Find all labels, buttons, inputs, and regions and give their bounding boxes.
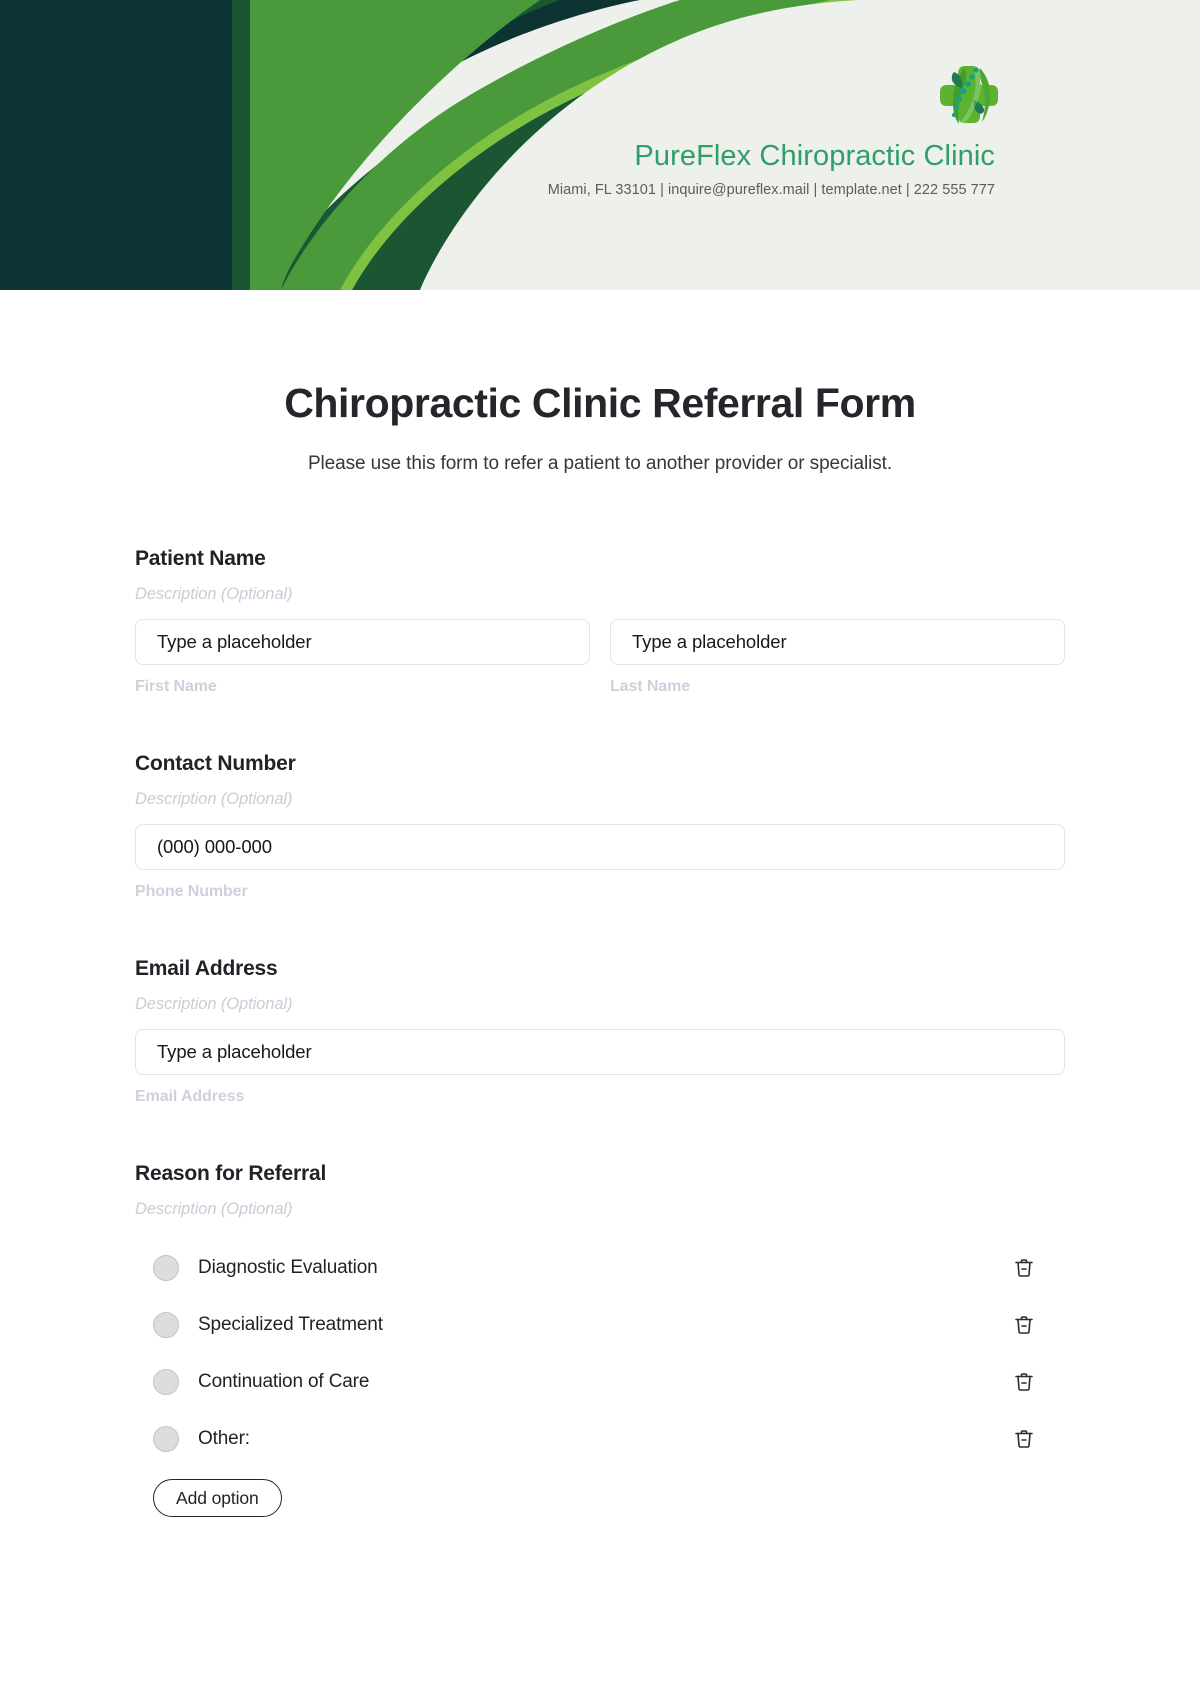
field-label-reason-for-referral: Reason for Referral	[135, 1162, 327, 1185]
sub-label-email-address: Email Address	[135, 1088, 245, 1105]
last-name-input[interactable]: Type a placeholder	[610, 619, 1065, 665]
option-label: Diagnostic Evaluation	[198, 1256, 378, 1278]
trash-icon	[1015, 1258, 1033, 1277]
input-cell-first-name: Type a placeholder First Name	[135, 619, 590, 696]
input-row-patient-name: Type a placeholder First Name Type a pla…	[135, 619, 1065, 696]
first-name-input[interactable]: Type a placeholder	[135, 619, 590, 665]
field-group-patient-name: Patient Name Description (Optional) Type…	[135, 547, 1065, 696]
email-address-input[interactable]: Type a placeholder	[135, 1029, 1065, 1075]
page-subtitle: Please use this form to refer a patient …	[307, 453, 892, 474]
option-row[interactable]: Diagnostic Evaluation	[135, 1239, 1065, 1296]
option-label: Continuation of Care	[198, 1370, 370, 1392]
input-cell-phone-number: (000) 000-000 Phone Number	[135, 824, 1065, 901]
trash-icon	[1015, 1372, 1033, 1391]
option-row[interactable]: Other:	[135, 1410, 1065, 1467]
radio-option-list: Diagnostic Evaluation Specialized Treatm…	[135, 1239, 1065, 1467]
clinic-contact-line: Miami, FL 33101 | inquire@pureflex.mail …	[547, 182, 995, 199]
trash-icon	[1015, 1315, 1033, 1334]
field-label-contact-number: Contact Number	[135, 752, 296, 775]
sub-label-last-name: Last Name	[610, 678, 691, 695]
input-row-contact-number: (000) 000-000 Phone Number	[135, 824, 1065, 901]
form-sheet: Chiropractic Clinic Referral Form Please…	[0, 380, 1200, 1517]
brand-block: PureFlex Chiropractic Clinic Miami, FL 3…	[395, 140, 995, 198]
input-cell-last-name: Type a placeholder Last Name	[610, 619, 1065, 696]
delete-option-button[interactable]	[1009, 1424, 1039, 1454]
clinic-name: PureFlex Chiropractic Clinic	[634, 140, 995, 172]
spine-leaf-cross-icon	[940, 63, 998, 124]
radio-button-icon[interactable]	[153, 1425, 179, 1452]
add-option-button[interactable]: Add option	[153, 1479, 282, 1517]
radio-button-icon[interactable]	[153, 1254, 179, 1281]
field-description-email-address: Description (Optional)	[135, 995, 293, 1013]
radio-button-icon[interactable]	[153, 1311, 179, 1338]
option-label: Specialized Treatment	[198, 1313, 383, 1335]
field-description-reason-for-referral: Description (Optional)	[135, 1200, 293, 1218]
field-description-contact-number: Description (Optional)	[135, 790, 293, 808]
field-label-patient-name: Patient Name	[135, 547, 266, 570]
delete-option-button[interactable]	[1009, 1253, 1039, 1283]
sub-label-phone-number: Phone Number	[135, 883, 248, 900]
field-group-reason-for-referral: Reason for Referral Description (Optiona…	[135, 1162, 1065, 1517]
option-row[interactable]: Specialized Treatment	[135, 1296, 1065, 1353]
delete-option-button[interactable]	[1009, 1367, 1039, 1397]
field-group-email-address: Email Address Description (Optional) Typ…	[135, 957, 1065, 1106]
trash-icon	[1015, 1429, 1033, 1448]
option-label: Other:	[198, 1427, 250, 1449]
input-cell-email-address: Type a placeholder Email Address	[135, 1029, 1065, 1106]
field-description-patient-name: Description (Optional)	[135, 585, 293, 603]
phone-number-input[interactable]: (000) 000-000	[135, 824, 1065, 870]
field-group-contact-number: Contact Number Description (Optional) (0…	[135, 752, 1065, 901]
page-title: Chiropractic Clinic Referral Form	[284, 380, 916, 426]
option-row[interactable]: Continuation of Care	[135, 1353, 1065, 1410]
sub-label-first-name: First Name	[135, 678, 217, 695]
field-label-email-address: Email Address	[135, 957, 278, 980]
input-row-email-address: Type a placeholder Email Address	[135, 1029, 1065, 1106]
radio-button-icon[interactable]	[153, 1368, 179, 1395]
clinic-logo	[928, 52, 1010, 134]
delete-option-button[interactable]	[1009, 1310, 1039, 1340]
page-header: PureFlex Chiropractic Clinic Miami, FL 3…	[0, 0, 1200, 290]
